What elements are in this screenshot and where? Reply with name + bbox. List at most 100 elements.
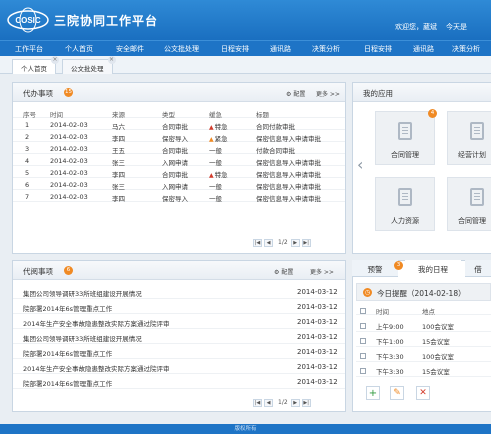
close-icon[interactable]: × [107, 56, 116, 64]
welcome-text: 欢迎您，葳斌 [395, 23, 437, 31]
read-row-date: 2014-03-12 [297, 303, 338, 311]
todo-row[interactable]: 7 2014-02-03 李四 保密导入 一般 保密信息导入申请审批 [13, 191, 345, 203]
read-row[interactable]: 集团公司领导调研33所班组建设开展情况 2014-03-12 [13, 330, 345, 344]
tab-my-schedule-label: 我的日程 [418, 265, 448, 274]
todo-cell-no: 6 [25, 181, 30, 189]
read-pager: |◀ ◀ 1/2 ▶ ▶| [253, 399, 313, 408]
todo-row[interactable]: 3 2014-02-03 王五 合同审批 一般 付款合同审批 [13, 143, 345, 155]
add-icon[interactable]: + [366, 386, 380, 400]
nav-item-workbench[interactable]: 工作平台 [15, 44, 43, 54]
todo-panel: 代办事项 15 ⚙ 配置 更多 >> 序号 时间 来源 类型 缓急 标题 1 201… [12, 82, 346, 254]
read-row[interactable]: 2014年生产安全事故隐患整改实际方案通过院评审 2014-03-12 [13, 360, 345, 374]
read-row[interactable]: 院部署2014年6s管理重点工作 2014-03-12 [13, 345, 345, 359]
app-tile-plan[interactable]: 经营计划 [447, 111, 491, 165]
delete-icon[interactable]: ✕ [416, 386, 430, 400]
read-row[interactable]: 集团公司领导调研33所班组建设开展情况 2014-03-12 [13, 285, 345, 299]
last-page-icon[interactable]: ▶| [301, 399, 311, 407]
app-label: 人力资源 [391, 217, 419, 225]
read-page-number: 1/2 [278, 399, 288, 406]
todo-cell-source: 张三 [112, 183, 125, 191]
app-label: 合同管理 [458, 217, 486, 225]
schedule-row[interactable]: 下午3:30 15会议室 [356, 363, 491, 377]
urgent-icon: ▲ [209, 172, 214, 179]
todo-config-label: 配置 [293, 91, 306, 98]
nav-item-contacts[interactable]: 通讯路 [270, 44, 291, 54]
apps-panel-header: 我的应用 [353, 83, 491, 102]
read-row[interactable]: 2014年生产安全事故隐患整改实际方案通过院评审 2014-03-12 [13, 315, 345, 329]
schedule-row[interactable]: 下午1:00 15会议室 [356, 333, 491, 347]
todo-cell-title: 保密信息导入申请审批 [256, 135, 321, 143]
todo-row[interactable]: 5 2014-02-03 李四 合同审批 ▲特急 保密信息导入申请审批 [13, 167, 345, 179]
nav-item-schedule[interactable]: 日程安排 [221, 44, 249, 54]
urgency-cell: ▲特急 [209, 121, 228, 131]
schedule-row[interactable]: 上午9:00 100会议室 [356, 318, 491, 332]
tab-documents[interactable]: 公文批处理 × [62, 56, 116, 74]
tab-warning[interactable]: 预警 [352, 260, 398, 277]
read-row-date: 2014-03-12 [297, 348, 338, 356]
todo-row[interactable]: 1 2014-02-03 马六 合同审批 ▲特急 合同付款审批 [13, 119, 345, 131]
read-config-label: 配置 [281, 269, 294, 276]
nav-item-schedule-2[interactable]: 日程安排 [364, 44, 392, 54]
edit-icon[interactable]: ✎ [390, 386, 404, 400]
nav-item-analysis-2[interactable]: 决策分析 [452, 44, 480, 54]
nav-item-home[interactable]: 个人首页 [65, 44, 93, 54]
schedule-row[interactable]: 下午3:30 100会议室 [356, 348, 491, 362]
read-row[interactable]: 院部署2014年6s管理重点工作 2014-03-12 [13, 375, 345, 389]
nav-item-secure-mail[interactable]: 安全邮件 [116, 44, 144, 54]
col-title: 标题 [256, 111, 269, 119]
prev-page-icon[interactable]: ◀ [264, 399, 273, 407]
todo-cell-no: 3 [25, 145, 30, 153]
col-no: 序号 [23, 111, 36, 119]
todo-cell-type: 合同审批 [162, 171, 188, 179]
todo-cell-no: 1 [25, 121, 30, 129]
tab-my-schedule[interactable]: 我的日程 [405, 260, 461, 277]
last-page-icon[interactable]: ▶| [301, 239, 311, 247]
nav-item-analysis[interactable]: 决策分析 [312, 44, 340, 54]
app-label: 合同管理 [391, 151, 419, 159]
todo-row[interactable]: 4 2014-02-03 张三 入网申请 一般 保密信息导入申请审批 [13, 155, 345, 167]
read-more-link[interactable]: 更多 >> [310, 267, 334, 276]
todo-count-badge: 15 [64, 88, 73, 97]
todo-cell-urgency: 一般 [209, 195, 222, 203]
document-icon [398, 188, 412, 206]
app-tile-hr[interactable]: 人力资源 [375, 177, 435, 231]
apps-title: 我的应用 [363, 89, 393, 98]
todo-cell-urgency: 一般 [209, 159, 222, 167]
todo-cell-time: 2014-02-03 [50, 169, 88, 177]
nav-item-contacts-2[interactable]: 通讯路 [413, 44, 434, 54]
app-tile-contract-2[interactable]: 合同管理 [447, 177, 491, 231]
app-tile-contract[interactable]: 4 合同管理 [375, 109, 437, 165]
close-icon[interactable]: × [51, 56, 59, 64]
read-title: 代阅事项 [23, 267, 53, 276]
first-page-icon[interactable]: |◀ [253, 239, 262, 247]
document-icon [470, 122, 484, 140]
todo-more-link[interactable]: 更多 >> [316, 89, 340, 98]
read-row-title: 集团公司领导调研33所班组建设开展情况 [23, 335, 142, 343]
tab-borrow[interactable]: 借 [465, 260, 491, 277]
schedule-time: 上午9:00 [376, 323, 404, 331]
schedule-place: 100会议室 [422, 323, 454, 331]
todo-cell-time: 2014-02-03 [50, 181, 88, 189]
todo-row[interactable]: 6 2014-02-03 张三 入网申请 一般 保密信息导入申请审批 [13, 179, 345, 191]
todo-cell-time: 2014-02-03 [50, 121, 88, 129]
app-badge: 4 [428, 109, 437, 118]
tab-home[interactable]: 个人首页 × [12, 56, 59, 74]
todo-page-number: 1/2 [278, 239, 288, 246]
prev-page-icon[interactable]: ◀ [264, 239, 273, 247]
todo-cell-time: 2014-02-03 [50, 193, 88, 201]
todo-cell-title: 保密信息导入申请审批 [256, 171, 321, 179]
main-nav: 工作平台 个人首页 安全邮件 公文批处理 日程安排 通讯路 决策分析 日程安排 … [0, 40, 491, 56]
first-page-icon[interactable]: |◀ [253, 399, 262, 407]
todo-config-button[interactable]: ⚙ 配置 [286, 89, 305, 98]
next-page-icon[interactable]: ▶ [290, 399, 300, 407]
nav-item-documents[interactable]: 公文批处理 [164, 44, 199, 54]
read-config-button[interactable]: ⚙ 配置 [274, 267, 293, 276]
next-page-icon[interactable]: ▶ [290, 239, 300, 247]
todo-row[interactable]: 2 2014-02-03 李四 保密导入 ▲紧急 保密信息导入申请审批 [13, 131, 345, 143]
urgency-label: 紧急 [214, 135, 228, 143]
read-row[interactable]: 院部署2014年6s管理重点工作 2014-03-12 [13, 300, 345, 314]
todo-cell-source: 马六 [112, 123, 125, 131]
schedule-time: 下午3:30 [376, 353, 404, 361]
chevron-left-icon[interactable]: ‹ [357, 155, 363, 174]
todo-cell-time: 2014-02-03 [50, 157, 88, 165]
